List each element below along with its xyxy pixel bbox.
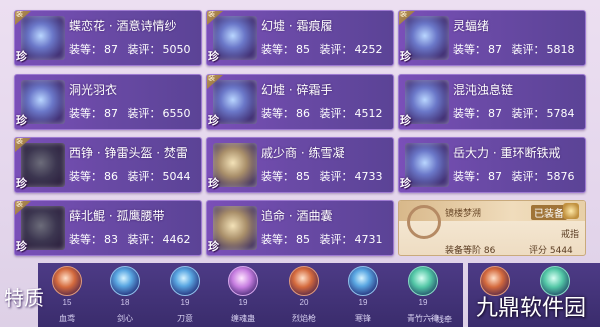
- equipment-card[interactable]: 装 珍 幻墟 · 霜痕履 装等： 85 装评： 4252: [206, 10, 394, 66]
- rarity-badge: 珍: [208, 50, 219, 63]
- gloves-item-icon: [213, 80, 257, 124]
- rarity-badge: 珍: [208, 177, 219, 190]
- belt-item-icon: [21, 206, 65, 250]
- item-name: 西铮 · 铮雷头盔 · 焚雷: [69, 146, 188, 160]
- equipment-card[interactable]: 珍 洞光羽衣 装等： 87 装评： 6550: [14, 74, 202, 130]
- equipped-badge: 已装备: [531, 205, 567, 220]
- trait-level: 19: [358, 298, 368, 307]
- equipment-card[interactable]: 珍 混沌浊息链 装等： 87 装评： 5784: [398, 74, 586, 130]
- trait-name: 一线牵: [428, 315, 452, 324]
- item-stats: 装等： 86 装评： 5044: [69, 170, 191, 183]
- item-name: 追命 · 酒曲囊: [261, 209, 333, 223]
- item-stats: 装等： 87 装评： 5876: [453, 170, 575, 183]
- item-name: 戚少商 · 练雪凝: [261, 146, 345, 160]
- trait-icon[interactable]: [408, 266, 438, 296]
- item-stats: 装等： 85 装评： 4731: [261, 233, 383, 246]
- item-stats: 装等： 85 装评： 4252: [261, 43, 383, 56]
- trait-icon[interactable]: [348, 266, 378, 296]
- rarity-badge: 珍: [208, 240, 219, 253]
- item-stats: 装等： 83 装评： 4462: [69, 233, 191, 246]
- trait-icon[interactable]: [289, 266, 319, 296]
- item-name: 幻墟 · 碎霜手: [261, 83, 333, 97]
- rarity-badge: 珍: [16, 50, 27, 63]
- trait-icon[interactable]: [52, 266, 82, 296]
- rarity-badge: 珍: [400, 177, 411, 190]
- item-stats: 装等： 87 装评： 5818: [453, 43, 575, 56]
- trait-level: 19: [418, 298, 428, 307]
- trait-icon[interactable]: [170, 266, 200, 296]
- equipment-card[interactable]: 珍 岳大力 · 重环断铁戒 装等： 87 装评： 5876: [398, 137, 586, 193]
- equipment-card[interactable]: 装 珍 西铮 · 铮雷头盔 · 焚雷 装等： 86 装评： 5044: [14, 137, 202, 193]
- trait-name: 刀意: [177, 314, 193, 323]
- equipment-card[interactable]: 装 珍 薛北鲲 · 孤鹰腰带 装等： 83 装评： 4462: [14, 200, 202, 256]
- trait-name: 剑心: [117, 314, 133, 323]
- special-item-card[interactable]: 镜楼梦溯 已装备 戒指 装备等阶 86 评分 5444: [398, 200, 586, 256]
- item-name: 洞光羽衣: [69, 83, 118, 97]
- watermark: 九鼎软件园: [476, 296, 587, 321]
- trait-name: 血鸢: [59, 314, 75, 323]
- item-stats: 装等： 86 装评： 4512: [261, 107, 383, 120]
- helmet-item-icon: [21, 143, 65, 187]
- item-stats: 装等： 87 装评： 6550: [69, 107, 191, 120]
- weapon-item-icon: [213, 143, 257, 187]
- trait-level: 20: [299, 298, 309, 307]
- gem-icon: [563, 203, 579, 219]
- rarity-badge: 珍: [16, 240, 27, 253]
- trait-level: 18: [120, 298, 130, 307]
- equipment-card[interactable]: 珍 追命 · 酒曲囊 装等： 85 装评： 4731: [206, 200, 394, 256]
- item-title: 镜楼梦溯: [445, 209, 482, 219]
- item-name: 幻墟 · 霜痕履: [261, 19, 333, 33]
- equipment-card[interactable]: 装 珍 幻墟 · 碎霜手 装等： 86 装评： 4512: [206, 74, 394, 130]
- robe-item-icon: [21, 80, 65, 124]
- rarity-badge: 珍: [16, 114, 27, 127]
- trait-name: 烈焰枪: [292, 314, 316, 323]
- trait-name: 缠魂蛊: [231, 314, 255, 323]
- boots-item-icon: [213, 16, 257, 60]
- trait-icon[interactable]: [228, 266, 258, 296]
- item-stats: 装等： 85 装评： 4733: [261, 170, 383, 183]
- trait-icon[interactable]: [110, 266, 140, 296]
- pouch-item-icon: [213, 206, 257, 250]
- item-type: 戒指: [561, 230, 580, 240]
- trait-name: 寒锋: [355, 314, 371, 323]
- item-score: 评分 5444: [529, 246, 573, 256]
- item-name: 岳大力 · 重环断铁戒: [453, 146, 561, 160]
- item-stats: 装等： 87 装评： 5050: [69, 43, 191, 56]
- item-name: 薛北鲲 · 孤鹰腰带: [69, 209, 165, 223]
- item-name: 灵蝠绪: [453, 19, 490, 33]
- rarity-badge: 珍: [400, 50, 411, 63]
- item-requirement: 装备等阶 86: [445, 246, 496, 256]
- ring-item-icon: [405, 143, 449, 187]
- equipment-card[interactable]: 珍 戚少商 · 练雪凝 装等： 85 装评： 4733: [206, 137, 394, 193]
- armor-item-icon: [21, 16, 65, 60]
- rarity-badge: 珍: [16, 177, 27, 190]
- trait-level: 19: [180, 298, 190, 307]
- ring-icon: [407, 205, 441, 239]
- rarity-badge: 珍: [400, 114, 411, 127]
- wing-item-icon: [405, 16, 449, 60]
- equipment-card[interactable]: 装 珍 蝶恋花 · 酒意诗情纱 装等： 87 装评： 5050: [14, 10, 202, 66]
- trait-level: 15: [62, 298, 72, 307]
- rarity-badge: 珍: [208, 114, 219, 127]
- item-name: 混沌浊息链: [453, 83, 514, 97]
- trait-level: 19: [238, 298, 248, 307]
- item-stats: 装等： 87 装评： 5784: [453, 107, 575, 120]
- traits-title: 特质: [4, 286, 44, 310]
- item-name: 蝶恋花 · 酒意诗情纱: [69, 19, 177, 33]
- necklace-item-icon: [405, 80, 449, 124]
- equipment-card[interactable]: 装 珍 灵蝠绪 装等： 87 装评： 5818: [398, 10, 586, 66]
